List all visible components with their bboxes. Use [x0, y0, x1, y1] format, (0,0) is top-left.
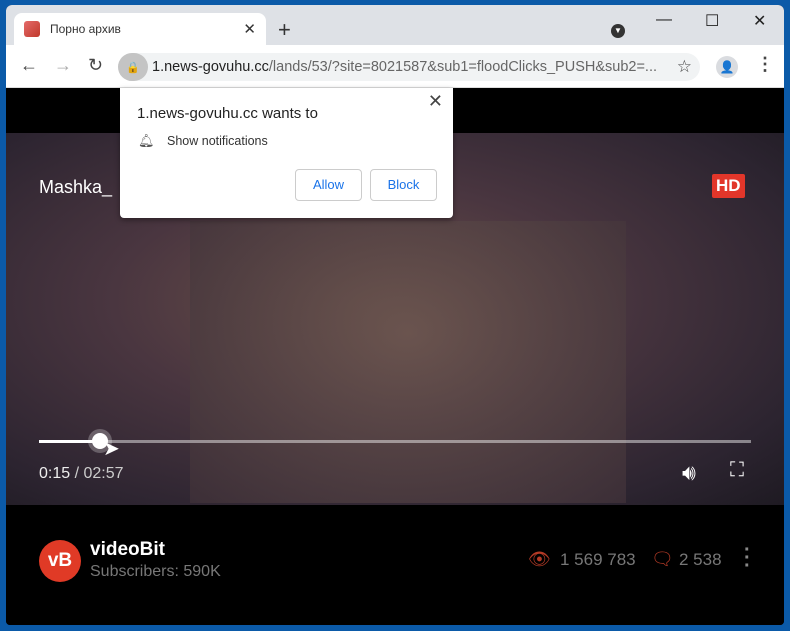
profile-avatar-icon[interactable]: 👤 — [716, 56, 738, 78]
duration: / 02:57 — [74, 465, 124, 482]
url-path: /lands/53/?site=8021587&sub1=floodClicks… — [268, 59, 658, 75]
channel-name[interactable]: videoBit — [90, 539, 165, 561]
comment-count: 2 538 — [679, 550, 722, 569]
current-time: 0:15 — [39, 465, 71, 482]
tab-title: Порно архив — [50, 22, 121, 36]
channel-avatar[interactable]: vB — [39, 540, 81, 582]
allow-button[interactable]: Allow — [295, 169, 362, 201]
forward-button[interactable]: → — [54, 55, 72, 76]
popup-title: 1.news-govuhu.cc wants to — [137, 105, 318, 122]
toolbar: ← → ↻ 🔒 1.news-govuhu.cc/lands/53/?site=… — [6, 45, 784, 88]
close-window-button[interactable]: ✕ — [753, 11, 766, 31]
hd-badge: HD — [712, 174, 745, 198]
subscriber-count: Subscribers: 590K — [90, 563, 221, 580]
popup-close-icon[interactable]: ✕ — [428, 91, 443, 112]
tab-active[interactable]: Порно архив ✕ — [14, 13, 266, 45]
comment-icon: 🗨︎ — [651, 549, 674, 569]
tab-strip: Порно архив ✕ + ▼ — ☐ ✕ — [6, 5, 784, 45]
notification-permission-popup: 1.news-govuhu.cc wants to ✕ 🔔︎ Show noti… — [120, 88, 453, 218]
fullscreen-icon[interactable]: ⛶ — [730, 459, 744, 482]
maximize-button[interactable]: ☐ — [705, 11, 719, 31]
tab-close-icon[interactable]: ✕ — [243, 20, 256, 38]
new-tab-button[interactable]: + — [278, 17, 291, 43]
block-button[interactable]: Block — [370, 169, 437, 201]
reload-button[interactable]: ↻ — [88, 55, 103, 76]
browser-window: Порно архив ✕ + ▼ — ☐ ✕ ← → ↻ 🔒 1.news-g… — [6, 5, 784, 625]
page-content: Mashka_ HD 0:15 / 02:57 🔊︎ ⛶ ➤ vB videoB… — [6, 88, 784, 625]
time-display: 0:15 / 02:57 — [39, 465, 124, 483]
url-text[interactable]: 1.news-govuhu.cc/lands/53/?site=8021587&… — [152, 59, 662, 75]
profile-dropdown-icon[interactable]: ▼ — [611, 24, 625, 38]
url-host: 1.news-govuhu.cc — [152, 59, 269, 75]
eye-icon: 👁︎ — [528, 549, 551, 569]
bookmark-star-icon[interactable]: ☆ — [677, 57, 692, 77]
video-frame — [190, 221, 626, 503]
browser-menu-icon[interactable]: ⋮ — [756, 54, 774, 75]
address-bar[interactable]: 🔒 1.news-govuhu.cc/lands/53/?site=802158… — [118, 53, 700, 81]
progress-fill — [39, 440, 100, 443]
progress-slider[interactable] — [39, 433, 751, 449]
minimize-button[interactable]: — — [656, 11, 672, 29]
volume-icon[interactable]: 🔊︎ — [682, 460, 696, 486]
back-button[interactable]: ← — [20, 55, 38, 76]
favicon-icon — [24, 21, 40, 37]
bell-icon: 🔔︎ — [138, 133, 155, 148]
mouse-cursor-icon: ➤ — [103, 438, 120, 460]
more-options-icon[interactable]: · · · — [744, 540, 752, 576]
video-title: Mashka_ — [39, 177, 113, 197]
view-count: 1 569 783 — [560, 550, 636, 569]
permission-text: Show notifications — [167, 134, 268, 148]
lock-icon[interactable]: 🔒 — [118, 53, 148, 81]
